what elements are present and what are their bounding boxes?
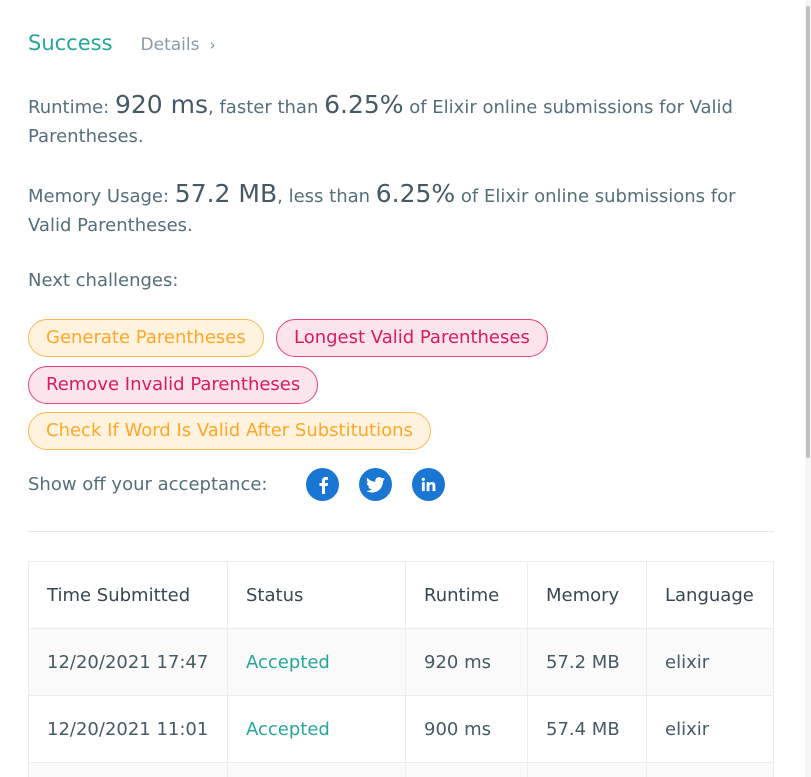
challenge-chip-remove-invalid-parentheses[interactable]: Remove Invalid Parentheses	[28, 366, 319, 404]
submissions-table: Time Submitted Status Runtime Memory Lan…	[28, 561, 774, 777]
details-label: Details	[140, 35, 200, 55]
result-status: Success	[28, 31, 113, 55]
cell-memory: 57.4 MB	[527, 695, 647, 763]
cell-time: 12/20/2021 11:01	[28, 695, 228, 763]
next-challenges-title: Next challenges:	[28, 270, 179, 291]
cell-language: elixir	[646, 695, 774, 763]
runtime-compare: , faster than	[208, 97, 325, 118]
header-language[interactable]: Language	[646, 561, 774, 629]
challenge-chip-generate-parentheses[interactable]: Generate Parentheses	[28, 319, 264, 357]
chevron-right-icon: ›	[209, 36, 216, 54]
cell-memory: 57.2 MB	[527, 628, 647, 696]
details-link[interactable]: Details ›	[141, 35, 216, 55]
table-header-row: Time Submitted Status Runtime Memory Lan…	[28, 561, 774, 629]
linkedin-icon[interactable]	[412, 468, 446, 501]
section-divider	[28, 531, 774, 532]
runtime-stat: Runtime: 920 ms, faster than 6.25% of El…	[28, 90, 748, 151]
challenge-chip-longest-valid-parentheses[interactable]: Longest Valid Parentheses	[276, 319, 548, 357]
table-row: 12/20/2021 11:01 Accepted 900 ms 57.4 MB…	[28, 695, 774, 763]
memory-percent: 6.25%	[375, 179, 456, 208]
scrollbar-track[interactable]	[805, 0, 811, 777]
header-memory[interactable]: Memory	[527, 561, 647, 629]
cell-status: Accepted	[227, 695, 406, 763]
table-row: 12/20/2021 17:47 Accepted 920 ms 57.2 MB…	[28, 628, 774, 696]
header-status[interactable]: Status	[227, 561, 406, 629]
facebook-icon[interactable]	[306, 468, 340, 501]
table-row-partial	[28, 762, 774, 777]
header-runtime[interactable]: Runtime	[405, 561, 528, 629]
cell-runtime: 920 ms	[405, 628, 528, 696]
scrollbar-thumb[interactable]	[806, 6, 810, 458]
memory-label: Memory Usage:	[28, 186, 175, 207]
runtime-label: Runtime:	[28, 97, 115, 118]
cell-runtime: 900 ms	[405, 695, 528, 763]
share-label: Show off your acceptance:	[28, 474, 268, 495]
status-link[interactable]: Accepted	[246, 719, 330, 740]
cell-language: elixir	[646, 628, 774, 696]
result-header: Success Details ›	[28, 31, 215, 55]
runtime-percent: 6.25%	[324, 90, 404, 119]
header-time-submitted[interactable]: Time Submitted	[28, 561, 228, 629]
memory-stat: Memory Usage: 57.2 MB, less than 6.25% o…	[28, 179, 748, 240]
share-row: Show off your acceptance:	[28, 468, 446, 501]
twitter-icon[interactable]	[359, 468, 393, 501]
memory-value: 57.2 MB	[174, 179, 278, 208]
runtime-value: 920 ms	[114, 90, 209, 119]
cell-status: Accepted	[227, 628, 406, 696]
cell-time: 12/20/2021 17:47	[28, 628, 228, 696]
memory-compare: , less than	[277, 186, 376, 207]
status-link[interactable]: Accepted	[246, 652, 330, 673]
challenge-chip-check-if-word-is-valid[interactable]: Check If Word Is Valid After Substitutio…	[28, 412, 431, 450]
